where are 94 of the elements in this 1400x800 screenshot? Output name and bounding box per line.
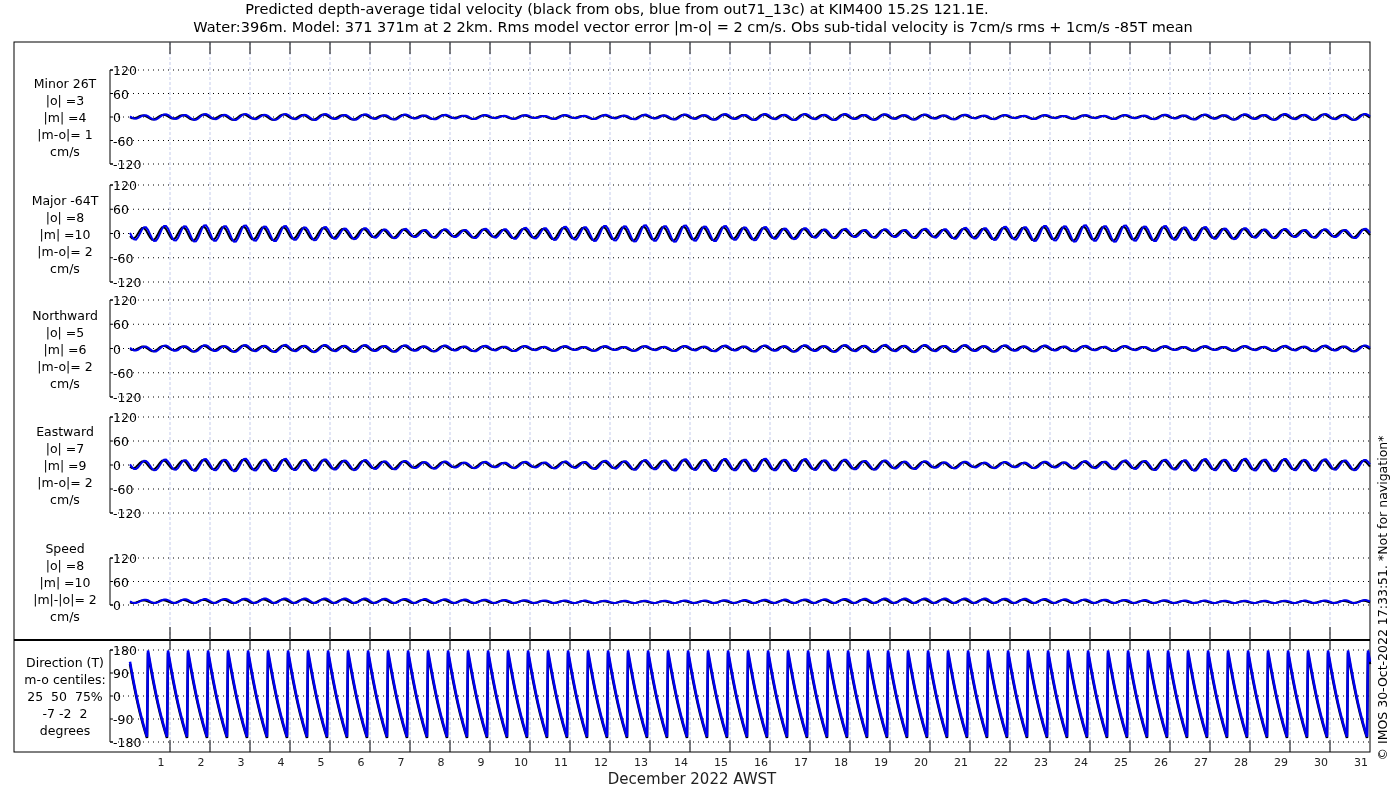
- day-label: 25: [1114, 756, 1128, 769]
- panel-label: Eastward: [36, 424, 94, 439]
- panel-label: 25 50 75%: [27, 689, 103, 704]
- y-tick-label: 60: [113, 86, 129, 102]
- panel-label: Northward: [32, 307, 98, 323]
- y-tick-label: 0: [113, 689, 121, 704]
- panel-label: |m| =6: [43, 341, 87, 357]
- day-label: 31: [1354, 756, 1368, 769]
- panel-label: cm/s: [50, 609, 80, 624]
- day-label: 13: [634, 756, 648, 769]
- day-label: 21: [954, 756, 968, 769]
- day-label: 29: [1274, 756, 1288, 769]
- day-label: 24: [1074, 756, 1088, 769]
- day-label: 4: [277, 756, 285, 769]
- panel-label: cm/s: [50, 492, 80, 507]
- panel-label: cm/s: [50, 144, 80, 159]
- panel-label: |o| =3: [45, 93, 85, 108]
- copyright-note: © IMOS 30-Oct-2022 17:33:51. *Not for navigation*: [1375, 435, 1390, 761]
- panel-label: m-o centiles:: [24, 672, 106, 687]
- panel-label: |m| =10: [39, 226, 91, 242]
- y-tick-label: 120: [113, 178, 137, 193]
- y-axis: [109, 557, 114, 606]
- panel-label: |m-o|= 2: [37, 358, 93, 374]
- panel-label: Speed: [45, 541, 85, 556]
- y-tick-label: 90: [113, 666, 129, 681]
- day-label: 22: [994, 756, 1008, 769]
- y-tick-label: -180: [113, 735, 142, 750]
- y-tick-label: 0: [113, 110, 121, 125]
- day-label: 3: [237, 756, 245, 769]
- day-label: 18: [834, 756, 848, 769]
- day-label: 26: [1154, 756, 1168, 769]
- y-tick-label: -120: [113, 157, 142, 172]
- y-tick-label: -60: [113, 482, 134, 497]
- y-tick-label: -60: [113, 250, 134, 266]
- panel-label: cm/s: [50, 260, 80, 276]
- day-label: 27: [1194, 756, 1208, 769]
- y-tick-label: -120: [113, 390, 142, 405]
- day-label: 8: [437, 756, 445, 769]
- y-tick-label: 60: [113, 434, 129, 449]
- panel-label: |m| =4: [43, 110, 87, 125]
- panel-label: Direction (T): [26, 655, 104, 670]
- day-label: 11: [554, 756, 568, 769]
- y-tick-label: -90: [113, 712, 134, 727]
- panel-label: |m-o|= 1: [37, 127, 93, 142]
- panel-label: |m| =9: [43, 458, 87, 473]
- day-label: 9: [477, 756, 485, 769]
- y-tick-label: 120: [113, 293, 137, 308]
- y-tick-label: 180: [113, 643, 137, 658]
- day-label: 10: [514, 756, 528, 769]
- panel-label: |m| =10: [39, 575, 91, 590]
- y-tick-label: -60: [113, 365, 134, 381]
- panel-label: Minor 26T: [33, 76, 97, 91]
- y-tick-label: 120: [113, 551, 137, 566]
- y-tick-label: 0: [113, 226, 121, 242]
- y-tick-label: 0: [113, 458, 121, 473]
- y-tick-label: 120: [113, 63, 137, 78]
- panel-label: |o| =8: [45, 209, 85, 225]
- panel-label: |o| =7: [45, 441, 85, 456]
- day-label: 2: [197, 756, 205, 769]
- y-tick-label: 120: [113, 410, 137, 425]
- day-label: 23: [1034, 756, 1048, 769]
- panel-label: |m-o|= 2: [37, 243, 93, 259]
- panel-label: Major -64T: [31, 192, 99, 208]
- day-label: 15: [714, 756, 728, 769]
- day-label: 16: [754, 756, 768, 769]
- plot-title: Water:396m. Model: 371 371m at 2 2km. Rms model vector error |m-o| = 2 cm/s. Obs sub-tidal velocity is 7cm/s rms + 1cm/s -85T mean: [193, 19, 1193, 35]
- y-tick-label: 0: [113, 598, 121, 613]
- day-label: 5: [317, 756, 325, 769]
- day-label: 30: [1314, 756, 1328, 769]
- panel-label: |m-o|= 2: [37, 475, 93, 490]
- day-label: 1: [157, 756, 165, 769]
- day-label: 14: [674, 756, 688, 769]
- y-tick-label: 60: [113, 202, 129, 218]
- y-tick-label: 60: [113, 574, 129, 590]
- day-label: 6: [357, 756, 365, 769]
- plot-title: Predicted depth-average tidal velocity (black from obs, blue from out71_13c) at KIM400 15.2S 121.1E.: [245, 1, 989, 17]
- day-label: 19: [874, 756, 888, 769]
- x-axis-label: December 2022 AWST: [607, 770, 777, 788]
- day-label: 12: [594, 756, 608, 769]
- day-label: 20: [914, 756, 928, 769]
- panel-label: |o| =5: [45, 324, 85, 340]
- day-label: 17: [794, 756, 808, 769]
- y-tick-label: -120: [113, 506, 142, 521]
- panel-label: -7 -2 2: [42, 706, 88, 721]
- panel-label: |m|-|o|= 2: [33, 592, 97, 607]
- day-label: 7: [397, 756, 405, 769]
- day-label: 28: [1234, 756, 1248, 769]
- panel-label: degrees: [39, 723, 91, 738]
- panel-label: |o| =8: [45, 558, 85, 573]
- y-tick-label: -60: [113, 133, 134, 149]
- panel-label: cm/s: [50, 375, 80, 391]
- y-tick-label: 0: [113, 341, 121, 357]
- y-tick-label: 60: [113, 317, 129, 333]
- y-tick-label: -120: [113, 275, 142, 290]
